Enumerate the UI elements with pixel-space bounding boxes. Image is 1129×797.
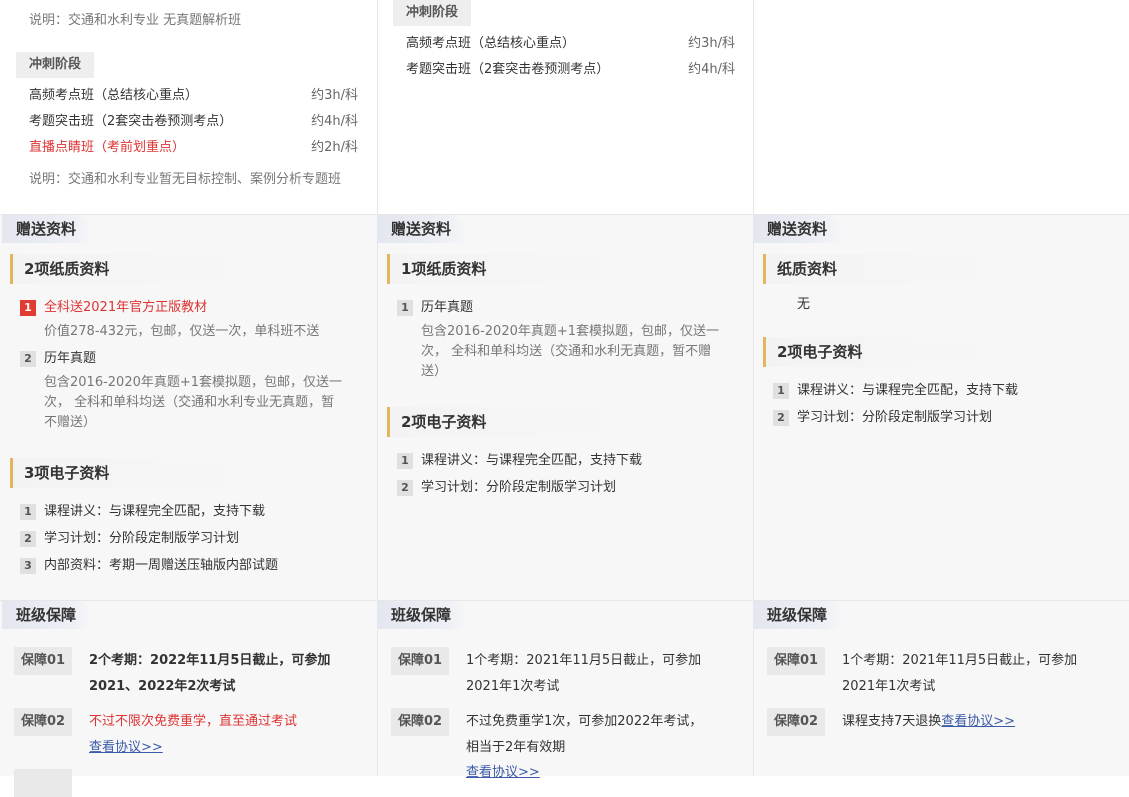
guarantee-text: 不过免费重学1次，可参加2022年考试，	[466, 714, 703, 729]
paper-item-desc: 不赠送）	[44, 415, 97, 430]
course-row: 高频考点班（总结核心重点） 约3h/科	[377, 31, 753, 57]
e-item: 学习计划：分阶段定制版学习计划	[797, 410, 993, 425]
paper-item-desc: 价值278-432元，包邮，仅送一次，单科班不送	[44, 324, 320, 339]
guarantee-text: 2021年1次考试	[466, 679, 560, 694]
guarantee-section-title: 班级保障	[753, 601, 844, 629]
course-name: 高频考点班（总结核心重点）	[29, 88, 199, 103]
course-name-highlight: 直播点睛班（考前划重点）	[29, 140, 186, 155]
e-materials-title: 2项电子资料	[387, 407, 631, 437]
stage-label: 冲刺阶段	[393, 0, 472, 26]
course-time: 约3h/科	[688, 36, 735, 51]
course-row: 考题突击班（2套突击卷预测考点） 约4h/科	[0, 109, 376, 135]
agreement-link[interactable]: 查看协议>>	[89, 735, 163, 761]
guarantee-text: 1个考期：2021年11月5日截止，可参加	[466, 653, 702, 668]
agreement-link[interactable]: 查看协议>>	[941, 714, 1015, 729]
guarantee-text: 1个考期：2021年11月5日截止，可参加	[842, 653, 1078, 668]
plan-column-3: 赠送资料 纸质资料 无 2项电子资料 1 课程讲义：与课程完全匹配，支持下载 2…	[753, 0, 1129, 776]
paper-item-desc: 包含2016-2020年真题+1套模拟题，包邮，仅送一	[44, 375, 343, 390]
guarantee-badge: 保障02	[14, 708, 72, 736]
top-note: 说明：交通和水利专业 无真题解析班	[29, 13, 242, 28]
paper-materials-title: 1项纸质资料	[387, 254, 631, 284]
course-name: 高频考点班（总结核心重点）	[406, 36, 576, 51]
item-number: 2	[20, 351, 36, 367]
paper-materials-title: 2项纸质资料	[10, 254, 254, 284]
stage-label: 冲刺阶段	[16, 52, 95, 78]
course-name: 考题突击班（2套突击卷预测考点）	[29, 114, 233, 129]
course-time: 约2h/科	[311, 140, 358, 155]
item-number: 2	[773, 410, 789, 426]
paper-item-title: 历年真题	[44, 351, 97, 366]
e-item: 课程讲义：与课程完全匹配，支持下载	[44, 504, 266, 519]
course-time: 约4h/科	[688, 62, 735, 77]
course-row: 直播点睛班（考前划重点） 约2h/科	[0, 135, 376, 161]
guarantee-text-main: 课程支持7天退换	[842, 714, 942, 729]
course-note: 说明：交通和水利专业暂无目标控制、案例分析专题班	[29, 172, 342, 187]
item-number: 1	[20, 300, 36, 316]
course-row: 高频考点班（总结核心重点） 约3h/科	[0, 83, 376, 109]
guarantee-text: 2个考期：2022年11月5日截止，可参加	[89, 653, 331, 668]
paper-item-desc: 送）	[421, 364, 448, 379]
course-row: 考题突击班（2套突击卷预测考点） 约4h/科	[377, 57, 753, 83]
paper-item-desc: 包含2016-2020年真题+1套模拟题，包邮，仅送一	[421, 324, 720, 339]
plan-column-1: 说明：交通和水利专业 无真题解析班 冲刺阶段 高频考点班（总结核心重点） 约3h…	[0, 0, 376, 797]
item-number: 2	[20, 531, 36, 547]
paper-item-title: 全科送2021年官方正版教材	[44, 300, 208, 315]
item-number: 2	[397, 480, 413, 496]
guarantee-text: 不过不限次免费重学，直至通过考试	[89, 714, 298, 729]
paper-item-desc: 次， 全科和单科均送（交通和水利无真题，暂不赠	[421, 344, 712, 359]
item-number: 1	[773, 383, 789, 399]
guarantee-section-title: 班级保障	[2, 601, 93, 629]
guarantee-badge-partial	[14, 769, 72, 797]
paper-materials-title: 纸质资料	[763, 254, 1007, 284]
item-number: 3	[20, 558, 36, 574]
e-item: 学习计划：分阶段定制版学习计划	[44, 531, 240, 546]
paper-item-desc: 次， 全科和单科均送（交通和水利专业无真题，暂	[44, 395, 335, 410]
e-item: 内部资料：考期一周赠送压轴版内部试题	[44, 558, 279, 573]
guarantee-text: 课程支持7天退换查看协议>>	[842, 709, 1015, 735]
e-materials-title: 3项电子资料	[10, 458, 254, 488]
guarantee-badge: 保障01	[14, 647, 72, 675]
gift-section-title: 赠送资料	[2, 215, 93, 243]
item-number: 1	[397, 453, 413, 469]
guarantee-badge: 保障02	[767, 708, 825, 736]
e-materials-title: 2项电子资料	[763, 337, 1007, 367]
gift-section-title: 赠送资料	[377, 215, 468, 243]
guarantee-badge: 保障01	[767, 647, 825, 675]
guarantee-badge: 保障02	[391, 708, 449, 736]
course-time: 约3h/科	[311, 88, 358, 103]
guarantee-text: 相当于2年有效期	[466, 740, 566, 755]
course-time: 约4h/科	[311, 114, 358, 129]
plan-column-2: 冲刺阶段 高频考点班（总结核心重点） 约3h/科 考题突击班（2套突击卷预测考点…	[377, 0, 753, 780]
item-number: 1	[397, 300, 413, 316]
course-name: 考题突击班（2套突击卷预测考点）	[406, 62, 610, 77]
paper-none: 无	[797, 297, 811, 312]
e-item: 学习计划：分阶段定制版学习计划	[421, 480, 617, 495]
e-item: 课程讲义：与课程完全匹配，支持下载	[421, 453, 643, 468]
guarantee-text: 2021年1次考试	[842, 679, 936, 694]
guarantee-text: 2021、2022年2次考试	[89, 679, 236, 694]
guarantee-section-title: 班级保障	[377, 601, 468, 629]
agreement-link[interactable]: 查看协议>>	[466, 760, 540, 786]
e-item: 课程讲义：与课程完全匹配，支持下载	[797, 383, 1019, 398]
guarantee-badge: 保障01	[391, 647, 449, 675]
paper-item-title: 历年真题	[421, 300, 474, 315]
gift-section-title: 赠送资料	[753, 215, 844, 243]
item-number: 1	[20, 504, 36, 520]
